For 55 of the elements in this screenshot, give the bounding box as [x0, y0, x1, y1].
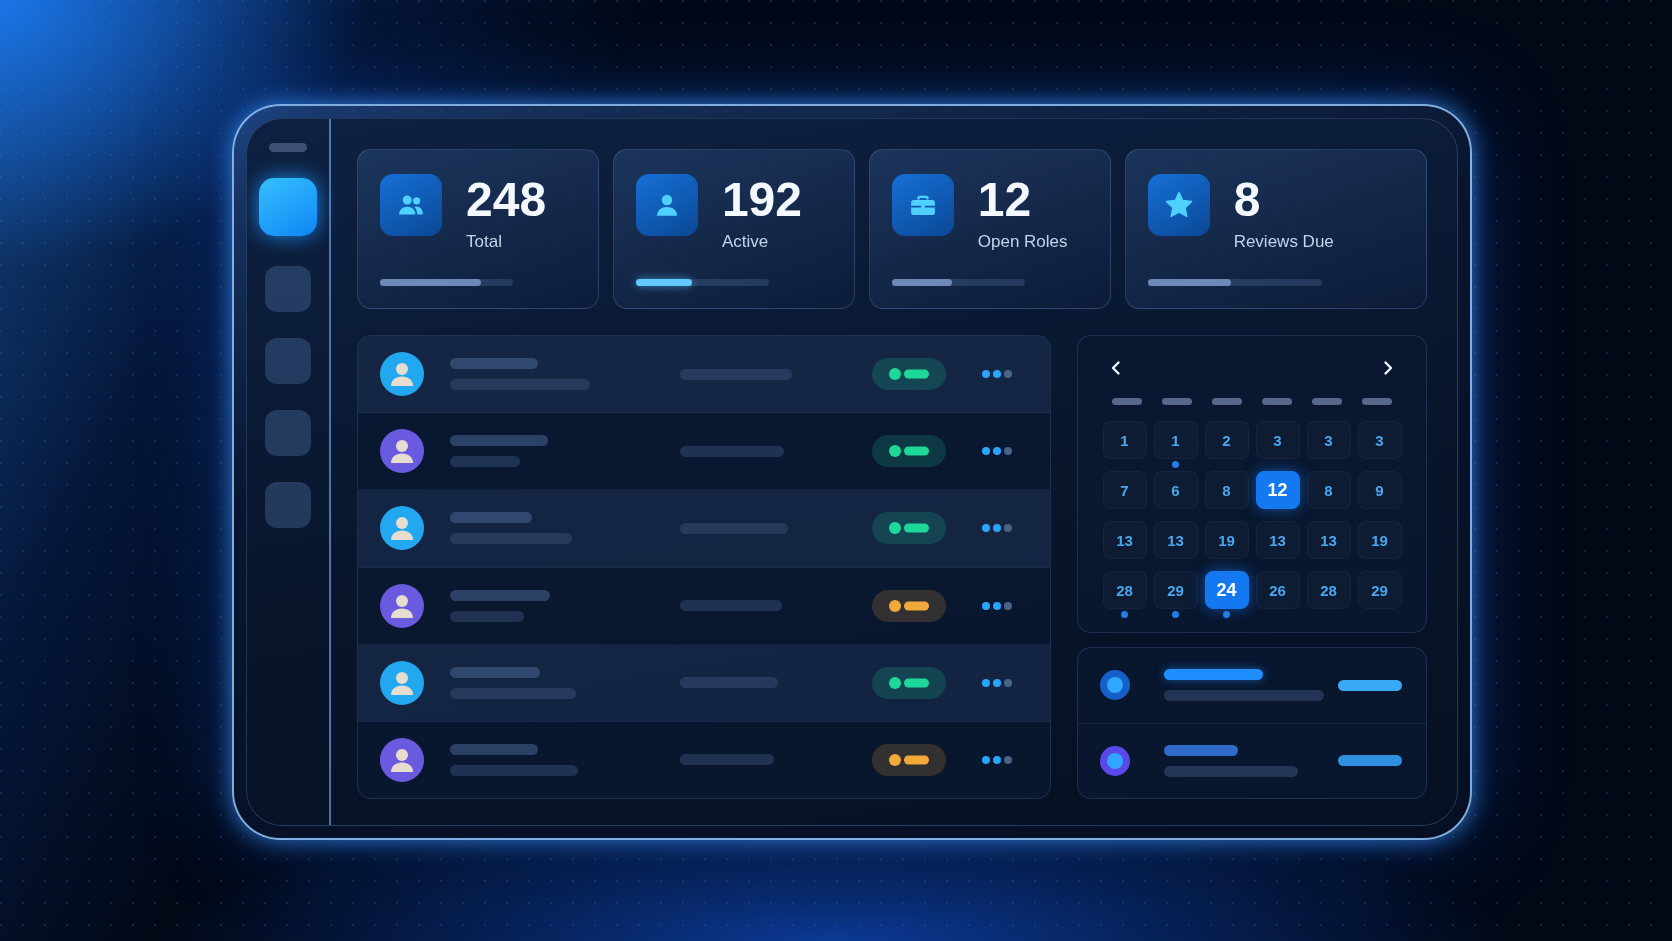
calendar-day[interactable]: 1 [1102, 421, 1147, 459]
calendar-day[interactable]: 13 [1102, 521, 1147, 559]
stat-label: Active [721, 232, 769, 252]
calendar-day[interactable]: 8 [1204, 471, 1249, 509]
table-row[interactable] [358, 336, 1050, 414]
weekday-placeholder [1362, 398, 1392, 405]
calendar-day[interactable]: 9 [1357, 471, 1402, 509]
calendar-day[interactable]: 28 [1306, 571, 1351, 609]
person-icon [635, 174, 698, 236]
calendar-day[interactable]: 3 [1255, 421, 1300, 459]
calendar-day[interactable]: 7 [1102, 471, 1147, 509]
calendar-day[interactable]: 26 [1255, 571, 1300, 609]
more-icon[interactable] [982, 678, 1012, 687]
stat-value: 192 [721, 176, 802, 224]
stat-value: 248 [466, 176, 547, 224]
more-icon[interactable] [982, 447, 1012, 456]
sidebar-handle [269, 143, 307, 152]
calendar-day[interactable]: 3 [1357, 421, 1402, 459]
nav-item[interactable] [259, 178, 317, 236]
calendar-day[interactable]: 19 [1204, 521, 1249, 559]
stat-label: Open Roles [977, 232, 1068, 252]
weekday-placeholder [1112, 398, 1142, 405]
calendar-day[interactable]: 2 [1204, 421, 1249, 459]
calendar-day[interactable]: 13 [1306, 521, 1351, 559]
weekday-placeholder [1262, 398, 1292, 405]
more-icon[interactable] [982, 755, 1012, 764]
more-icon[interactable] [982, 370, 1012, 379]
weekday-placeholder [1312, 398, 1342, 405]
calendar-day[interactable]: 12 [1255, 471, 1300, 509]
placeholder-line [1338, 755, 1402, 767]
weekday-placeholder [1212, 398, 1242, 405]
calendar-day[interactable]: 13 [1255, 521, 1300, 559]
stat-value: 12 [977, 176, 1032, 224]
stat-label: Total [466, 232, 502, 252]
calendar-day[interactable]: 29 [1357, 571, 1402, 609]
calendar-day[interactable]: 3 [1306, 421, 1351, 459]
more-icon[interactable] [982, 524, 1012, 533]
calendar-day[interactable]: 19 [1357, 521, 1402, 559]
calendar-day[interactable]: 29 [1153, 571, 1198, 609]
more-icon[interactable] [982, 601, 1012, 610]
table-row[interactable] [358, 644, 1050, 722]
calendar-day[interactable]: 1 [1153, 421, 1198, 459]
stat-label: Reviews Due [1233, 232, 1334, 252]
people-icon [380, 174, 442, 236]
table-row[interactable] [358, 490, 1050, 568]
calendar-day[interactable]: 13 [1153, 521, 1198, 559]
stat-value: 8 [1233, 176, 1261, 224]
weekday-placeholder [1162, 398, 1192, 405]
calendar-day[interactable]: 28 [1102, 571, 1147, 609]
placeholder-line [450, 456, 520, 468]
placeholder-line [1338, 679, 1402, 691]
briefcase-icon [891, 174, 954, 236]
calendar-day[interactable]: 24 [1204, 571, 1249, 609]
calendar-day[interactable]: 8 [1306, 471, 1351, 509]
calendar-day[interactable]: 6 [1153, 471, 1198, 509]
